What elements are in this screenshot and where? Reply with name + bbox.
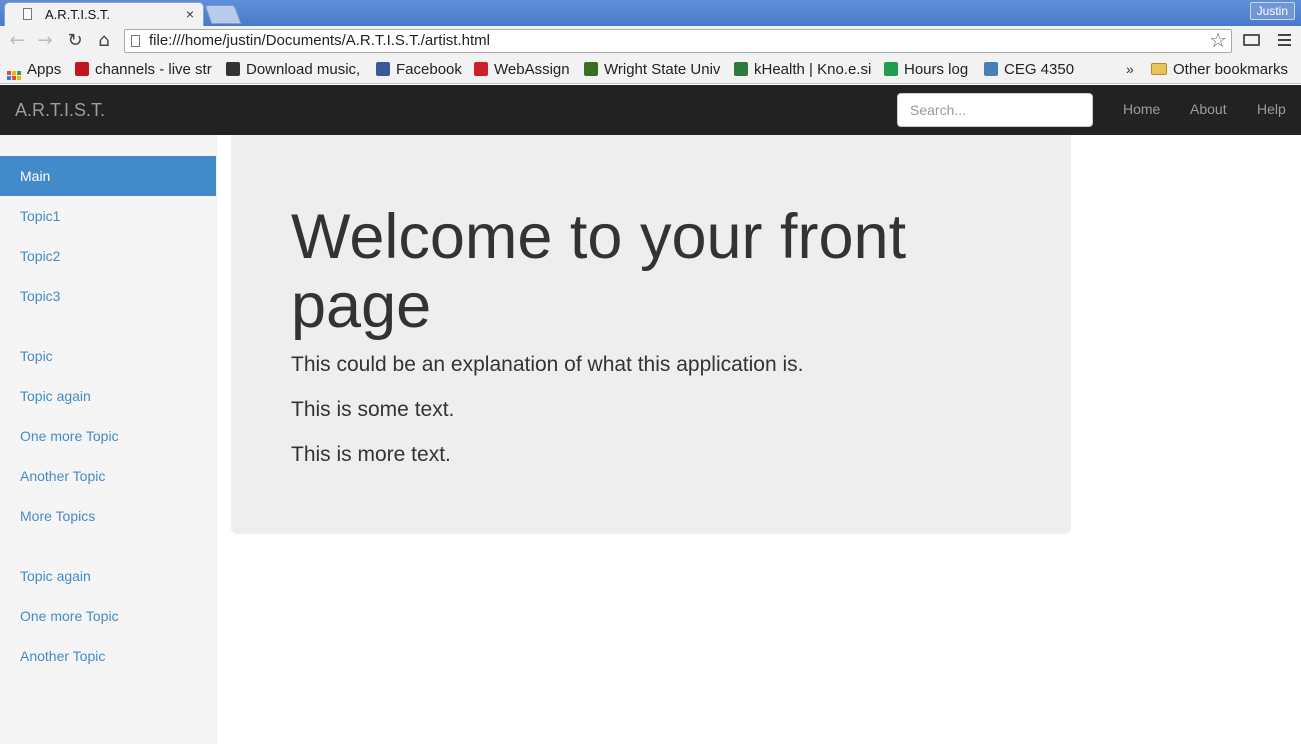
bookmark-apps[interactable]: Apps [7, 61, 65, 81]
khealth-icon [734, 62, 748, 76]
menu-icon[interactable] [1278, 34, 1291, 49]
bookmark-facebook[interactable]: Facebook [376, 61, 466, 81]
sidebar-item-topic3[interactable]: Topic3 [0, 276, 216, 316]
bookmark-label: channels - live str [95, 61, 212, 78]
bookmark-label: Download music, [246, 61, 361, 78]
bookmark-khealth[interactable]: kHealth | Kno.e.si [734, 61, 874, 81]
cast-icon[interactable] [1243, 34, 1260, 46]
wright-state-icon [584, 62, 598, 76]
home-icon[interactable]: ⌂ [93, 30, 115, 52]
browser-tab[interactable]: A.R.T.I.S.T. × [4, 2, 204, 26]
bookmark-wright-state[interactable]: Wright State Univ [584, 61, 723, 81]
bookmark-label: Wright State Univ [604, 61, 721, 78]
navbar-brand[interactable]: A.R.T.I.S.T. [15, 100, 105, 121]
bookmark-label: Hours log [904, 61, 969, 78]
sidebar-item-one-more-topic-2[interactable]: One more Topic [0, 596, 216, 636]
page-icon [23, 8, 32, 20]
reload-icon[interactable]: ↻ [64, 30, 86, 52]
intro-paragraph: This could be an explanation of what thi… [291, 353, 804, 376]
sheets-icon [884, 62, 898, 76]
back-arrow-icon[interactable]: ← [6, 30, 28, 52]
bookmark-label: kHealth | Kno.e.si [754, 61, 872, 78]
sidebar-item-main[interactable]: Main [0, 156, 216, 196]
body-paragraph: This is more text. [291, 443, 451, 466]
nav-link-about[interactable]: About [1190, 101, 1227, 117]
facebook-icon [376, 62, 390, 76]
bookmark-label: CEG 4350 [1004, 61, 1075, 78]
bookmark-webassign[interactable]: WebAssign [474, 61, 578, 81]
bookmark-label: Apps [27, 61, 62, 78]
bookmark-label: Facebook [396, 61, 462, 78]
close-tab-icon[interactable]: × [186, 6, 194, 22]
page-title: Welcome to your front page [291, 202, 907, 341]
tab-title: A.R.T.I.S.T. [45, 7, 111, 22]
webassign-icon [474, 62, 488, 76]
sidebar: Main Topic1 Topic2 Topic3 Topic Topic ag… [0, 135, 217, 744]
sidebar-item-topic2[interactable]: Topic2 [0, 236, 216, 276]
bookmark-channels[interactable]: channels - live str [75, 61, 214, 81]
apps-grid-icon [7, 71, 21, 81]
sidebar-item-topic[interactable]: Topic [0, 336, 216, 376]
page-icon [131, 35, 140, 47]
pilot-icon [984, 62, 998, 76]
sidebar-item-one-more-topic[interactable]: One more Topic [0, 416, 216, 456]
body-paragraph: This is some text. [291, 398, 455, 421]
other-bookmarks-folder[interactable]: Other bookmarks [1151, 61, 1296, 81]
sidebar-item-topic-again-2[interactable]: Topic again [0, 556, 216, 596]
bookmark-hours-log[interactable]: Hours log [884, 61, 976, 81]
welcome-jumbotron: Welcome to your front page This could be… [231, 135, 1071, 534]
browser-tab-strip: A.R.T.I.S.T. × Justin [0, 0, 1301, 26]
new-tab-button[interactable] [204, 5, 242, 24]
nav-link-home[interactable]: Home [1123, 101, 1160, 117]
vimeo-icon [75, 62, 89, 76]
bookmark-label: Other bookmarks [1173, 61, 1289, 78]
sidebar-item-more-topics[interactable]: More Topics [0, 496, 216, 536]
bookmark-download-music[interactable]: Download music, [226, 61, 366, 81]
forward-arrow-icon[interactable]: → [34, 30, 56, 52]
url-text: file:///home/justin/Documents/A.R.T.I.S.… [149, 32, 490, 49]
sidebar-item-topic-again[interactable]: Topic again [0, 376, 216, 416]
bookmarks-overflow-chevron[interactable]: » [1126, 61, 1134, 77]
profile-button[interactable]: Justin [1249, 2, 1295, 20]
address-bar[interactable]: file:///home/justin/Documents/A.R.T.I.S.… [124, 28, 1232, 53]
bookmark-ceg-4350[interactable]: CEG 4350 [984, 61, 1076, 81]
folder-icon [1151, 63, 1167, 75]
sidebar-item-topic1[interactable]: Topic1 [0, 196, 216, 236]
sidebar-item-another-topic-2[interactable]: Another Topic [0, 636, 216, 676]
search-input[interactable] [897, 93, 1093, 127]
site-navbar: A.R.T.I.S.T. Home About Help [0, 85, 1301, 135]
browser-toolbar: ← → ↻ ⌂ file:///home/justin/Documents/A.… [0, 26, 1301, 58]
bookmark-star-icon[interactable]: ☆ [1209, 28, 1227, 52]
nav-link-help[interactable]: Help [1257, 101, 1286, 117]
bookmark-label: WebAssign [494, 61, 570, 78]
music-site-icon [226, 62, 240, 76]
bookmarks-bar: Apps channels - live str Download music,… [0, 58, 1301, 84]
sidebar-item-another-topic[interactable]: Another Topic [0, 456, 216, 496]
